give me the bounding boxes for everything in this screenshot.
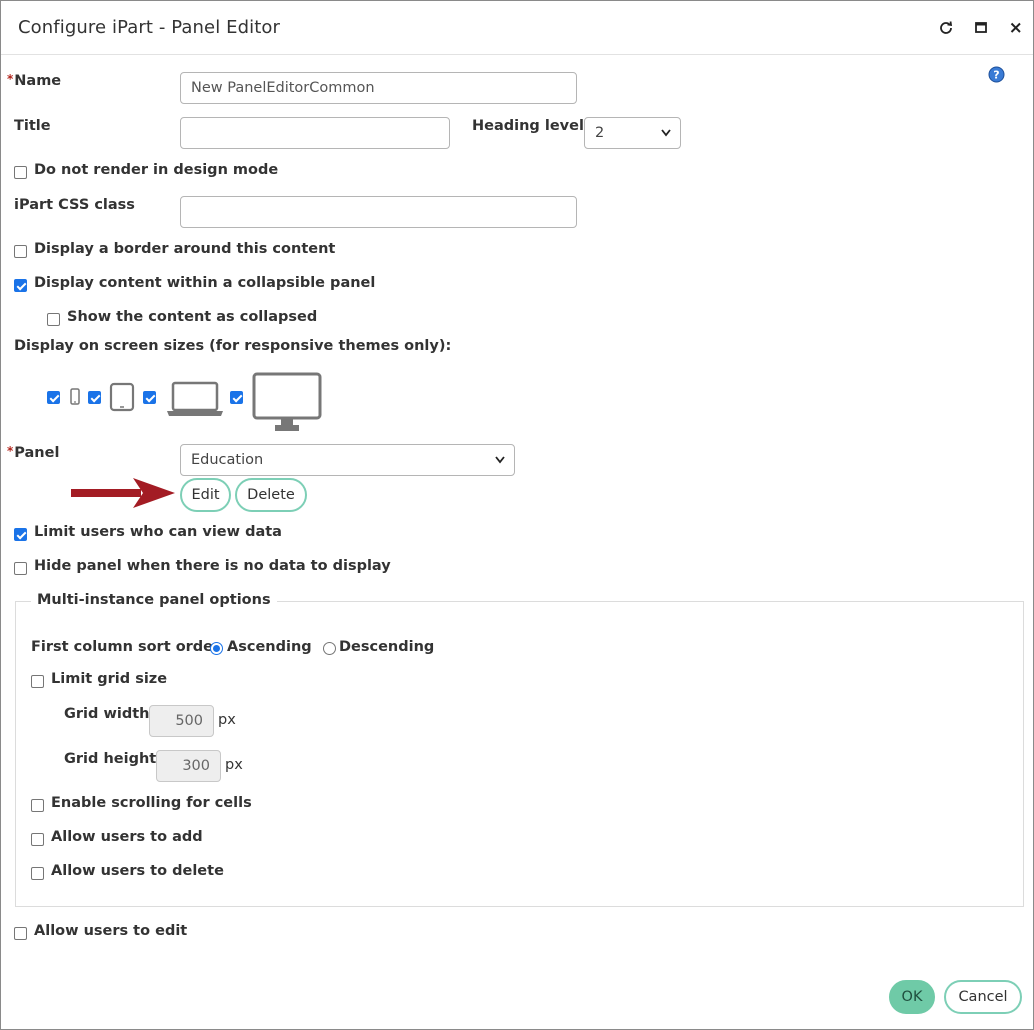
hide-panel-label[interactable]: Hide panel when there is no data to disp… (34, 558, 391, 574)
css-class-input[interactable] (180, 196, 577, 228)
ok-button[interactable]: OK (889, 980, 935, 1014)
css-class-label: iPart CSS class (14, 197, 135, 213)
descending-label[interactable]: Descending (339, 639, 434, 655)
allow-delete-checkbox[interactable] (31, 867, 44, 880)
grid-width-input[interactable]: 500 (149, 705, 214, 737)
delete-button[interactable]: Delete (235, 478, 307, 512)
hide-panel-checkbox[interactable] (14, 562, 27, 575)
heading-level-label: Heading level (472, 118, 584, 134)
descending-radio[interactable] (323, 642, 336, 655)
panel-select[interactable]: Education (180, 444, 515, 476)
allow-edit-checkbox[interactable] (14, 927, 27, 940)
dialog-titlebar: Configure iPart - Panel Editor (1, 1, 1033, 55)
panel-editor-dialog: Configure iPart - Panel Editor ? *Name T… (0, 0, 1034, 1030)
desktop-icon (251, 371, 323, 437)
allow-add-label[interactable]: Allow users to add (51, 829, 203, 845)
tablet-size-checkbox[interactable] (88, 391, 101, 404)
chevron-down-icon (660, 118, 672, 159)
tablet-icon (109, 382, 135, 416)
required-marker: * (7, 444, 14, 458)
grid-width-unit: px (218, 712, 236, 728)
title-label: Title (14, 118, 51, 134)
heading-level-select[interactable]: 2 (584, 117, 681, 149)
maximize-icon[interactable] (970, 17, 992, 39)
chevron-down-icon (494, 445, 506, 486)
phone-size-checkbox[interactable] (47, 391, 60, 404)
name-input[interactable] (180, 72, 577, 104)
multi-instance-legend: Multi-instance panel options (31, 592, 277, 608)
edit-button[interactable]: Edit (180, 478, 231, 512)
pointer-arrow-icon (71, 476, 177, 516)
limit-grid-checkbox[interactable] (31, 675, 44, 688)
close-icon[interactable] (1005, 17, 1027, 39)
required-marker: * (7, 72, 14, 86)
collapsible-checkbox[interactable] (14, 279, 27, 292)
heading-level-value: 2 (595, 125, 605, 141)
phone-icon (69, 388, 81, 410)
ascending-radio[interactable] (210, 642, 223, 655)
border-label[interactable]: Display a border around this content (34, 241, 335, 257)
allow-delete-label[interactable]: Allow users to delete (51, 863, 224, 879)
cancel-button[interactable]: Cancel (944, 980, 1022, 1014)
laptop-icon (166, 380, 224, 422)
dialog-title: Configure iPart - Panel Editor (18, 17, 280, 38)
name-label: *Name (7, 72, 62, 89)
sort-order-label: First column sort order (31, 639, 221, 655)
desktop-size-checkbox[interactable] (230, 391, 243, 404)
no-render-checkbox[interactable] (14, 166, 27, 179)
limit-users-checkbox[interactable] (14, 528, 27, 541)
border-checkbox[interactable] (14, 245, 27, 258)
collapsed-checkbox[interactable] (47, 313, 60, 326)
scrolling-label[interactable]: Enable scrolling for cells (51, 795, 252, 811)
allow-edit-label[interactable]: Allow users to edit (34, 923, 187, 939)
allow-add-checkbox[interactable] (31, 833, 44, 846)
no-render-label[interactable]: Do not render in design mode (34, 162, 278, 178)
refresh-icon[interactable] (935, 17, 957, 39)
title-input[interactable] (180, 117, 450, 149)
collapsible-label[interactable]: Display content within a collapsible pan… (34, 275, 375, 291)
limit-grid-label[interactable]: Limit grid size (51, 671, 167, 687)
grid-height-input[interactable]: 300 (156, 750, 221, 782)
ascending-label[interactable]: Ascending (227, 639, 312, 655)
panel-label: *Panel (7, 444, 60, 461)
grid-height-label: Grid height (64, 751, 157, 767)
grid-width-label: Grid width (64, 706, 150, 722)
screen-sizes-label: Display on screen sizes (for responsive … (14, 338, 452, 354)
scrolling-checkbox[interactable] (31, 799, 44, 812)
help-icon[interactable]: ? (988, 66, 1005, 83)
collapsed-label[interactable]: Show the content as collapsed (67, 309, 317, 325)
limit-users-label[interactable]: Limit users who can view data (34, 524, 282, 540)
panel-value: Education (191, 452, 264, 468)
grid-height-unit: px (225, 757, 243, 773)
laptop-size-checkbox[interactable] (143, 391, 156, 404)
svg-text:?: ? (993, 69, 999, 82)
